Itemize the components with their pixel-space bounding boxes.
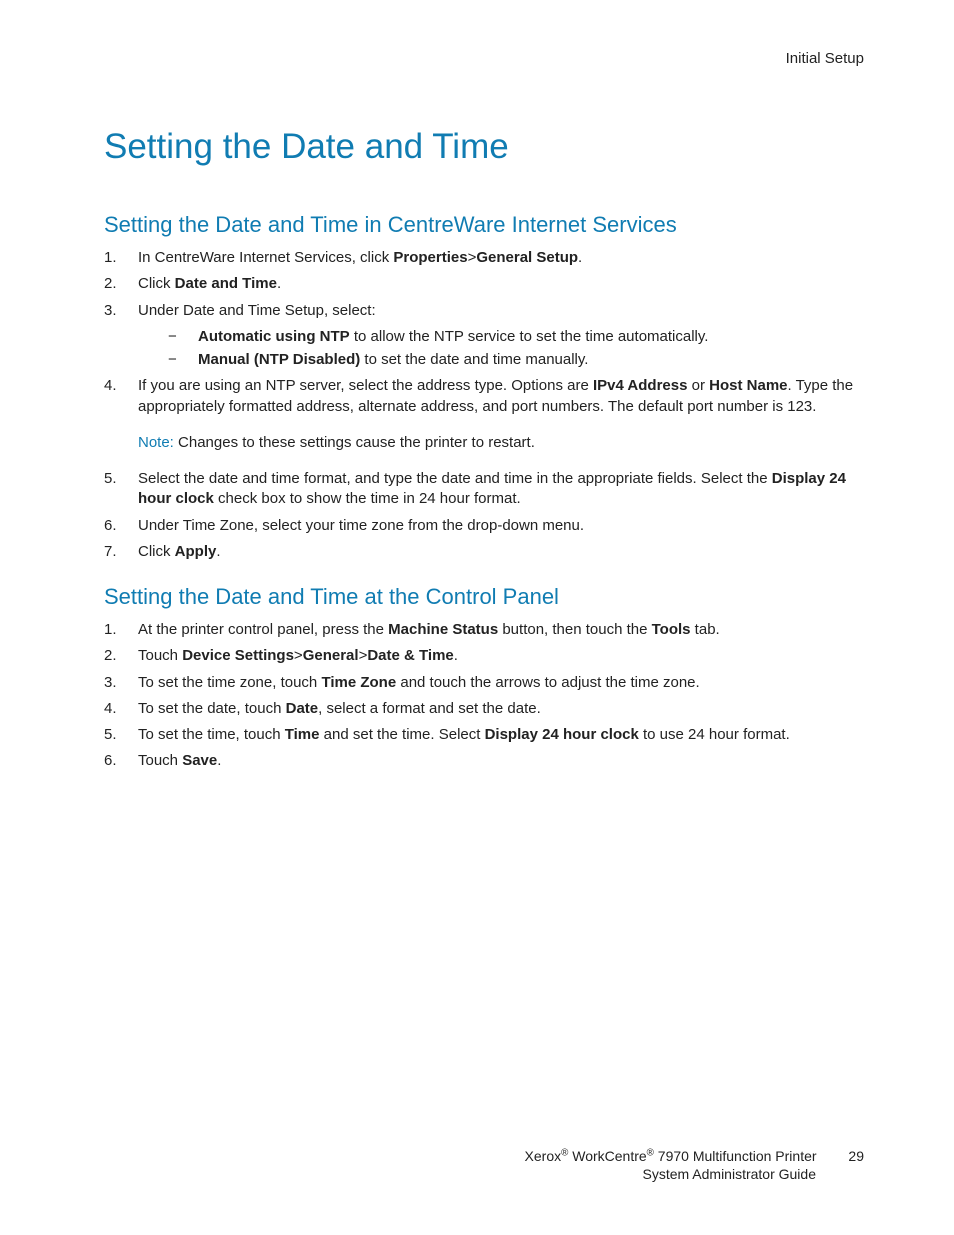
note-label: Note:	[138, 434, 174, 451]
s2-step6: Touch Save.	[104, 751, 864, 771]
s1-step1: In CentreWare Internet Services, click P…	[104, 248, 864, 268]
section1-heading: Setting the Date and Time in CentreWare …	[104, 212, 864, 238]
page: Initial Setup Setting the Date and Time …	[0, 0, 954, 1235]
footer-model: 7970 Multifunction Printer	[654, 1148, 817, 1164]
s2-step3: To set the time zone, touch Time Zone an…	[104, 673, 864, 693]
reg-icon: ®	[647, 1147, 654, 1158]
section1-list: In CentreWare Internet Services, click P…	[104, 248, 864, 562]
s2-step1: At the printer control panel, press the …	[104, 620, 864, 640]
s1-step6: Under Time Zone, select your time zone f…	[104, 516, 864, 536]
footer-line2: System Administrator Guide	[90, 1165, 864, 1183]
s1-step4: If you are using an NTP server, select t…	[104, 376, 864, 453]
s1-step5: Select the date and time format, and typ…	[104, 469, 864, 510]
footer-brand1: Xerox	[525, 1148, 562, 1164]
header-section: Initial Setup	[104, 50, 864, 67]
note: Note: Changes to these settings cause th…	[138, 433, 864, 453]
section2-list: At the printer control panel, press the …	[104, 620, 864, 772]
s2-step5: To set the time, touch Time and set the …	[104, 725, 864, 745]
s2-step2: Touch Device Settings>General>Date & Tim…	[104, 646, 864, 666]
s1-step7: Click Apply.	[104, 542, 864, 562]
s2-step4: To set the date, touch Date, select a fo…	[104, 699, 864, 719]
page-title: Setting the Date and Time	[104, 127, 864, 167]
page-number: 29	[848, 1147, 864, 1165]
s1-step3-sub: − Automatic using NTP to allow the NTP s…	[138, 327, 864, 371]
footer: Xerox® WorkCentre® 7970 Multifunction Pr…	[90, 1147, 864, 1183]
dash-icon: −	[168, 327, 198, 347]
dash-icon: −	[168, 350, 198, 370]
s1-step3: Under Date and Time Setup, select: − Aut…	[104, 301, 864, 371]
section2-heading: Setting the Date and Time at the Control…	[104, 584, 864, 610]
footer-brand2: WorkCentre	[568, 1148, 646, 1164]
s1-step2: Click Date and Time.	[104, 274, 864, 294]
